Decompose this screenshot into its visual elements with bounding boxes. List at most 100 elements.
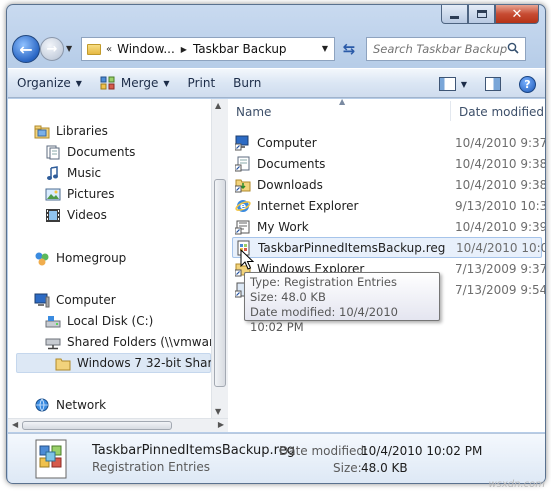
file-row-taskbar-reg[interactable]: TaskbarPinnedItemsBackup.reg 10/4/2010 1… [232, 237, 545, 258]
column-header-date-modified[interactable]: Date modified [459, 105, 544, 119]
file-date: 9/13/2010 10:3 [455, 198, 546, 213]
details-size-value: 48.0 KB [361, 461, 408, 475]
maximize-button[interactable] [468, 5, 495, 24]
navigation-pane: Libraries Documents Music Pictures Video… [8, 99, 211, 418]
address-bar[interactable]: « Window... ▶ Taskbar Backup ▼ [81, 37, 335, 61]
minimize-icon [450, 15, 459, 19]
details-file-type: Registration Entries [92, 460, 210, 474]
nav-item-libraries[interactable]: Libraries [34, 121, 108, 141]
videos-icon [46, 208, 60, 222]
pictures-icon [45, 188, 61, 200]
nav-label: Libraries [56, 124, 108, 138]
nav-item-computer[interactable]: Computer [34, 290, 116, 310]
file-row-my-work[interactable]: My Work 10/4/2010 9:39 [232, 216, 545, 237]
column-header-name[interactable]: Name [236, 105, 271, 119]
caption-buttons: ✕ [441, 5, 539, 24]
file-list-pane: ▲ Name Date modified Computer 10/4/2010 … [228, 99, 545, 432]
close-button[interactable]: ✕ [495, 5, 539, 24]
search-box[interactable] [366, 37, 526, 61]
nav-item-local-disk[interactable]: Local Disk (C:) [45, 311, 153, 331]
scroll-left-icon[interactable]: ◀ [12, 420, 18, 429]
command-bar-right: ▼ ? [433, 69, 545, 99]
file-date: 10/4/2010 9:38 [455, 156, 546, 171]
nav-item-documents[interactable]: Documents [45, 142, 135, 162]
search-input[interactable] [373, 42, 508, 56]
preview-pane-icon[interactable] [485, 77, 501, 91]
scroll-right-icon[interactable]: ▶ [218, 420, 224, 429]
minimize-button[interactable] [441, 5, 468, 24]
details-file-name: TaskbarPinnedItemsBackup.reg [92, 443, 295, 458]
organize-button[interactable]: Organize ▼ [8, 68, 91, 98]
shortcut-computer-icon [235, 135, 249, 150]
print-label: Print [187, 76, 216, 90]
recent-pages-dropdown[interactable]: ▼ [66, 44, 72, 53]
details-modified-value: 10/4/2010 10:02 PM [361, 444, 483, 458]
shortcut-downloads-icon [235, 179, 251, 192]
file-date: 10/4/2010 9:37 [455, 135, 546, 150]
file-date: 10/4/2010 10:0 [456, 240, 546, 255]
network-drive-icon [45, 338, 61, 349]
local-disk-icon [45, 315, 61, 327]
burn-button[interactable]: Burn [224, 68, 270, 98]
details-modified-label: Date modified: [279, 444, 369, 458]
homegroup-icon [35, 252, 49, 265]
nav-item-music[interactable]: Music [45, 163, 101, 183]
libraries-icon [34, 125, 50, 138]
scroll-up-icon[interactable]: ▲ [215, 101, 221, 110]
nav-label: Network [56, 398, 107, 412]
forward-button[interactable]: → [40, 37, 64, 61]
refresh-button[interactable]: ⇆ [338, 39, 360, 59]
mouse-cursor-icon [240, 249, 254, 270]
file-name: Documents [257, 156, 326, 171]
nav-item-pictures[interactable]: Pictures [45, 184, 115, 204]
breadcrumb-taskbar-backup[interactable]: Taskbar Backup [193, 42, 287, 56]
view-options-dropdown[interactable]: ▼ [461, 80, 467, 89]
navigation-horizontal-scrollbar[interactable]: ◀ ▶ [8, 418, 228, 432]
nav-item-videos[interactable]: Videos [45, 205, 107, 225]
music-icon [47, 165, 58, 180]
nav-item-homegroup[interactable]: Homegroup [34, 248, 126, 268]
file-name: My Work [257, 219, 309, 234]
search-icon[interactable] [507, 42, 519, 54]
file-name: TaskbarPinnedItemsBackup.reg [258, 240, 446, 255]
forward-arrow-icon: → [46, 41, 58, 57]
folder-icon [87, 43, 101, 55]
scrollbar-thumb[interactable] [22, 421, 172, 430]
address-dropdown-icon[interactable]: ▼ [322, 44, 328, 53]
file-row-computer[interactable]: Computer 10/4/2010 9:37 [232, 132, 545, 153]
chevron-down-icon: ▼ [75, 78, 82, 88]
nav-item-windows7-share[interactable]: Windows 7 32-bit Share [16, 353, 211, 373]
print-button[interactable]: Print [179, 68, 225, 98]
help-icon[interactable]: ? [519, 75, 536, 93]
nav-item-network[interactable]: Network [34, 395, 106, 415]
breadcrumb-windows[interactable]: Window... [117, 42, 175, 56]
nav-item-shared-folders[interactable]: Shared Folders (\\vmware [45, 332, 211, 352]
file-row-internet-explorer[interactable]: e Internet Explorer 9/13/2010 10:3 [232, 195, 545, 216]
change-view-icon[interactable] [438, 77, 456, 91]
file-name: Computer [257, 135, 317, 150]
navigation-row: ← → ▼ « Window... ▶ Taskbar Backup ▼ ⇆ [7, 35, 545, 67]
scroll-down-icon[interactable]: ▼ [215, 407, 221, 416]
back-button[interactable]: ← [12, 35, 40, 63]
file-row-documents[interactable]: Documents 10/4/2010 9:38 [232, 153, 545, 174]
navigation-vertical-scrollbar[interactable]: ▲ ▼ [211, 99, 228, 418]
network-icon [35, 398, 49, 411]
nav-label: Documents [67, 145, 136, 159]
nav-label: Homegroup [56, 251, 127, 265]
scrollbar-thumb[interactable] [214, 179, 226, 387]
address-overflow[interactable]: « [106, 44, 112, 55]
breadcrumb-arrow-icon[interactable]: ▶ [181, 45, 187, 54]
refresh-icon: ⇆ [342, 40, 356, 58]
column-divider[interactable] [450, 101, 451, 121]
registry-file-large-icon [35, 439, 67, 479]
merge-label: Merge [120, 76, 159, 90]
file-tooltip: Type: Registration Entries Size: 48.0 KB… [244, 272, 440, 334]
burn-label: Burn [233, 76, 262, 90]
watermark: wsxdn.com [488, 479, 545, 490]
nav-label: Local Disk (C:) [67, 314, 154, 328]
close-icon: ✕ [511, 6, 523, 22]
nav-label: Pictures [67, 187, 115, 201]
merge-button[interactable]: Merge ▼ [91, 68, 179, 98]
organize-label: Organize [17, 76, 71, 90]
file-row-downloads[interactable]: Downloads 10/4/2010 9:38 [232, 174, 545, 195]
